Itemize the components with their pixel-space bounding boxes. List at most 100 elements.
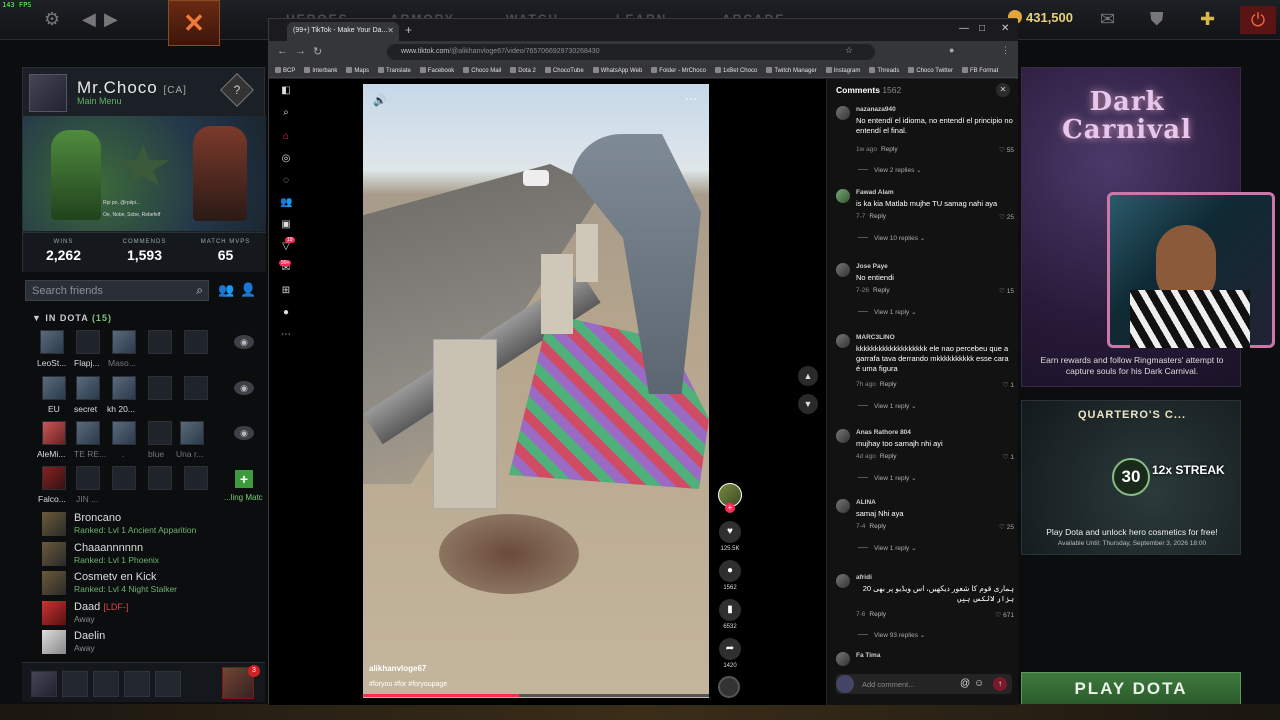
armory-icon[interactable]: ⛊ bbox=[1150, 9, 1164, 30]
video-progress-bar[interactable] bbox=[363, 694, 709, 697]
next-video-button[interactable]: ▼ bbox=[798, 394, 818, 414]
close-tab-icon[interactable]: ✕ bbox=[387, 26, 394, 35]
reply-button[interactable]: Reply bbox=[869, 523, 886, 530]
view-replies[interactable]: View 1 reply ⌄ bbox=[874, 402, 917, 410]
bookmark[interactable]: ChocoTube bbox=[544, 63, 584, 77]
avatar[interactable] bbox=[836, 106, 850, 120]
reply-button[interactable]: Reply bbox=[880, 453, 897, 460]
emoji-icon[interactable]: ☺ bbox=[974, 678, 984, 689]
profile-icon[interactable]: ● bbox=[280, 307, 292, 319]
comment-like[interactable]: ♡ 1 bbox=[1003, 453, 1014, 461]
comment-like[interactable]: ♡ 1 bbox=[1003, 381, 1014, 389]
empty-party-slot[interactable] bbox=[93, 671, 119, 697]
profile-icon[interactable]: ● bbox=[949, 45, 954, 55]
view-replies[interactable]: View 1 reply ⌄ bbox=[874, 474, 917, 482]
video-author[interactable]: alikhanvloge67 bbox=[369, 664, 426, 673]
bookmark[interactable]: Maps bbox=[346, 63, 369, 77]
friend-list-item[interactable]: Broncano Ranked: Lvl 1 Ancient Apparitio… bbox=[42, 510, 262, 538]
upload-icon[interactable]: ⊞ bbox=[280, 285, 292, 297]
minimize-icon[interactable]: — bbox=[959, 23, 969, 34]
comment-like[interactable]: ♡ 25 bbox=[999, 523, 1014, 531]
in-dota-header[interactable]: ▼ IN DOTA (15) bbox=[32, 313, 112, 323]
comment-user[interactable]: afridi bbox=[856, 574, 872, 581]
dota-logo-icon[interactable]: ✕ bbox=[168, 0, 220, 46]
view-replies[interactable]: View 93 replies ⌄ bbox=[874, 631, 925, 639]
empty-party-slot[interactable] bbox=[62, 671, 88, 697]
reply-button[interactable]: Reply bbox=[869, 213, 886, 220]
friend-list-item[interactable]: Chaaannnnnn Ranked: Lvl 1 Phoenix bbox=[42, 540, 262, 568]
empty-party-slot[interactable] bbox=[124, 671, 150, 697]
quartero-event-panel[interactable]: QUARTERO'S C... 30 12x STREAK Play Dota … bbox=[1021, 400, 1241, 555]
close-window-icon[interactable]: ✕ bbox=[1001, 23, 1009, 34]
empty-party-slot[interactable] bbox=[155, 671, 181, 697]
bookmark[interactable]: Folder - MrChoco bbox=[651, 63, 706, 77]
avatar[interactable] bbox=[836, 263, 850, 277]
tab-tiktok[interactable]: (99+) TikTok - Make Your Da... ✕ bbox=[287, 22, 399, 41]
friend-list-item[interactable]: Daad [LDF-] Away bbox=[42, 599, 262, 627]
watch-eye-icon[interactable]: ◉ bbox=[234, 335, 254, 349]
avatar[interactable] bbox=[836, 189, 850, 203]
star-icon[interactable]: ☆ bbox=[845, 45, 853, 56]
sidebar-toggle-icon[interactable]: ◧ bbox=[280, 85, 292, 97]
url-input[interactable]: www.tiktok.com/@alikhanvloge67/video/765… bbox=[387, 44, 875, 60]
add-comment-input[interactable]: Add comment... @ ☺ bbox=[836, 674, 1012, 694]
live-icon[interactable]: ▣ bbox=[280, 219, 292, 231]
friend-avatar[interactable] bbox=[76, 421, 100, 445]
following-icon[interactable]: ◌ bbox=[280, 175, 292, 187]
video-player[interactable]: 🔊 ⋯ alikhanvloge67 #foryou #for #foryoup… bbox=[363, 84, 709, 698]
bookmark[interactable]: Twitch Manager bbox=[766, 63, 817, 77]
music-disc-icon[interactable] bbox=[718, 676, 740, 698]
view-replies[interactable]: View 1 reply ⌄ bbox=[874, 544, 917, 552]
friend-avatar[interactable] bbox=[40, 330, 64, 354]
help-button[interactable]: ? bbox=[220, 73, 254, 107]
friend-avatar[interactable] bbox=[76, 330, 100, 354]
follow-plus-icon[interactable]: + bbox=[725, 503, 735, 513]
new-tab-icon[interactable]: + bbox=[405, 23, 412, 37]
reply-button[interactable]: Reply bbox=[880, 381, 897, 388]
power-icon[interactable]: ⏻ bbox=[1240, 6, 1276, 34]
bookmark[interactable]: Interbank bbox=[304, 63, 337, 77]
bookmark[interactable]: Translate bbox=[378, 63, 411, 77]
back-arrow-icon[interactable]: ◀ bbox=[82, 9, 96, 30]
forward-icon[interactable]: → bbox=[295, 45, 306, 57]
bookmark[interactable]: BCP bbox=[275, 63, 295, 77]
view-replies[interactable]: View 10 replies ⌄ bbox=[874, 234, 925, 242]
bookmark[interactable]: Choco Twitter bbox=[908, 63, 953, 77]
friend-list-item[interactable]: Daelin Away bbox=[42, 628, 262, 656]
avatar[interactable] bbox=[836, 334, 850, 348]
bookmark[interactable]: Dota 2 bbox=[510, 63, 536, 77]
friend-avatar[interactable] bbox=[42, 466, 66, 490]
bookmark[interactable]: FB Format bbox=[961, 63, 998, 77]
settings-gear-icon[interactable]: ⚙ bbox=[44, 9, 60, 30]
avatar[interactable] bbox=[836, 429, 850, 443]
comment-user[interactable]: ALINA bbox=[856, 499, 876, 506]
comment-like[interactable]: ♡ 55 bbox=[999, 146, 1014, 154]
avatar[interactable] bbox=[29, 74, 67, 112]
volume-icon[interactable]: 🔊 bbox=[373, 94, 387, 107]
comment-button[interactable]: ● 1562 bbox=[718, 560, 742, 591]
comment-user[interactable]: Fawad Alam bbox=[856, 189, 894, 196]
save-button[interactable]: ▮ 6532 bbox=[718, 599, 742, 630]
bookmark[interactable]: WhatsApp Web bbox=[592, 63, 642, 77]
mention-icon[interactable]: @ bbox=[960, 678, 970, 689]
add-friend-icon[interactable]: 👥 bbox=[218, 282, 234, 298]
friend-avatar[interactable] bbox=[112, 421, 136, 445]
avatar[interactable] bbox=[836, 574, 850, 588]
avatar[interactable] bbox=[836, 652, 850, 666]
reply-button[interactable]: Reply bbox=[869, 611, 886, 618]
reply-button[interactable]: Reply bbox=[873, 287, 890, 294]
view-replies[interactable]: View 2 replies ⌄ bbox=[874, 166, 922, 174]
send-comment-icon[interactable]: ↑ bbox=[993, 677, 1007, 691]
bookmark[interactable]: Choco Mail bbox=[463, 63, 501, 77]
view-replies[interactable]: View 1 reply ⌄ bbox=[874, 308, 917, 316]
more-options-icon[interactable]: ⋯ bbox=[685, 92, 697, 106]
reply-button[interactable]: Reply bbox=[881, 146, 898, 153]
friend-avatar[interactable] bbox=[180, 421, 204, 445]
more-icon[interactable]: ⋯ bbox=[280, 329, 292, 341]
home-icon[interactable]: ⌂ bbox=[280, 131, 292, 143]
like-button[interactable]: ♥ 125.5K bbox=[718, 521, 742, 552]
bookmark[interactable]: Threads bbox=[869, 63, 899, 77]
comment-user[interactable]: MARC3LINO bbox=[856, 334, 895, 341]
friend-avatar[interactable] bbox=[42, 421, 66, 445]
comment-like[interactable]: ♡ 671 bbox=[996, 611, 1015, 619]
